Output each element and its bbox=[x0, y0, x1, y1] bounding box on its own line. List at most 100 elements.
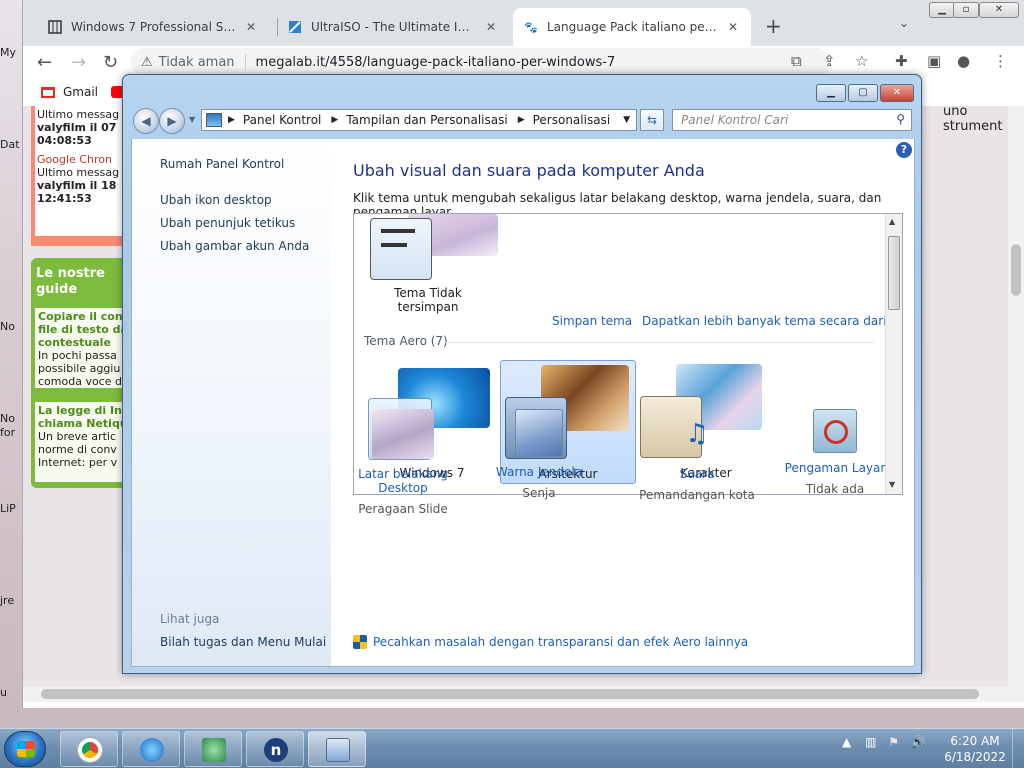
taskbar-app-n[interactable]: n bbox=[246, 731, 304, 767]
side-panel-icon[interactable]: ▣ bbox=[927, 52, 941, 70]
tab-title: Windows 7 Professional SP1 (Itali bbox=[71, 20, 237, 34]
browser-tab[interactable]: UltraISO - The Ultimate ISO CD/D ✕ bbox=[277, 8, 509, 46]
browser-tab-active[interactable]: 🐾 Language Pack italiano per Wind ✕ bbox=[513, 8, 751, 46]
theme-label: Tema Tidak tersimpan bbox=[394, 286, 462, 314]
forward-icon[interactable]: ▶ bbox=[159, 108, 185, 134]
refresh-icon[interactable]: ⇆ bbox=[640, 109, 664, 131]
extensions-icon[interactable]: ✚ bbox=[895, 52, 908, 70]
chevron-down-icon[interactable]: ▼ bbox=[623, 115, 630, 125]
sounds-item[interactable]: ♫ Suara Pemandangan kota bbox=[627, 409, 767, 502]
back-icon[interactable]: ◀ bbox=[133, 108, 159, 134]
sidebar-link-desktop-icons[interactable]: Ubah ikon desktop bbox=[160, 193, 272, 207]
save-theme-link[interactable]: Simpan tema bbox=[552, 314, 632, 328]
translate-icon[interactable]: ⧉ bbox=[791, 52, 802, 70]
new-tab-button[interactable]: + bbox=[765, 14, 782, 38]
sidebar-link-account-picture[interactable]: Ubah gambar akun Anda bbox=[160, 239, 309, 253]
taskbar-network[interactable] bbox=[184, 731, 242, 767]
close-icon[interactable]: ✕ bbox=[243, 20, 259, 34]
wallpaper-icon[interactable] bbox=[372, 409, 434, 459]
scroll-up-icon[interactable]: ▲ bbox=[889, 217, 895, 226]
scrollbar-thumb[interactable] bbox=[1011, 244, 1021, 296]
horizontal-scrollbar[interactable] bbox=[23, 686, 1024, 702]
sidebar-link-mouse-pointers[interactable]: Ubah penunjuk tetikus bbox=[160, 216, 295, 230]
troubleshoot-label[interactable]: Pecahkan masalah dengan transparansi dan… bbox=[373, 635, 748, 649]
show-desktop-button[interactable] bbox=[1012, 729, 1024, 768]
taskbar-control-panel[interactable] bbox=[308, 731, 366, 767]
screen-saver-item[interactable]: Pengaman Layar Tidak ada bbox=[765, 409, 905, 496]
breadcrumb[interactable]: ▶ Panel Kontrol ▶ Tampilan dan Personali… bbox=[201, 109, 637, 131]
clock[interactable]: 6:20 AM 6/18/2022 bbox=[940, 733, 1010, 765]
scrollbar-thumb[interactable] bbox=[41, 689, 979, 699]
address-bar[interactable]: ⚠ Tidak aman megalab.it/4558/language-pa… bbox=[131, 48, 831, 76]
desktop-icon-label[interactable]: jre bbox=[0, 594, 24, 607]
maximize-button[interactable]: ▫ bbox=[953, 2, 979, 18]
sounds-link[interactable]: Suara bbox=[627, 467, 767, 481]
bookmark-star-icon[interactable]: ☆ bbox=[855, 52, 868, 70]
taskbar-chrome[interactable] bbox=[60, 731, 118, 767]
close-icon[interactable]: ✕ bbox=[483, 20, 499, 34]
help-icon[interactable]: ? bbox=[896, 142, 912, 158]
window-color-link[interactable]: Warna Jendela bbox=[469, 465, 609, 479]
minimize-button[interactable]: ▁ bbox=[929, 2, 955, 18]
breadcrumb-item[interactable]: Personalisasi bbox=[533, 113, 611, 127]
vertical-scrollbar[interactable] bbox=[1008, 106, 1024, 686]
profile-avatar-icon[interactable]: ● bbox=[957, 52, 970, 70]
close-icon[interactable]: ✕ bbox=[725, 20, 741, 34]
window-color-icon[interactable] bbox=[515, 409, 563, 457]
main-content: ? Ubah visual dan suara pada komputer An… bbox=[331, 139, 915, 667]
window-color-item[interactable]: Warna Jendela Senja bbox=[469, 409, 609, 500]
breadcrumb-item[interactable]: Panel Kontrol bbox=[243, 113, 321, 127]
screen-saver-link[interactable]: Pengaman Layar bbox=[765, 461, 905, 475]
sidebar-link-taskbar[interactable]: Bilah tugas dan Menu Mulai bbox=[160, 635, 326, 649]
sidebar-link-home[interactable]: Rumah Panel Kontrol bbox=[160, 157, 284, 171]
menu-icon[interactable]: ⋮ bbox=[993, 52, 1008, 70]
bookmark-gmail[interactable]: Gmail bbox=[41, 85, 98, 99]
desktop-background-item[interactable]: Latar belakang Desktop Peragaan Slide bbox=[333, 409, 473, 516]
desktop-icon-label[interactable]: LiP bbox=[0, 502, 24, 515]
close-window-button[interactable]: ✕ bbox=[979, 2, 1019, 18]
reload-icon[interactable]: ↻ bbox=[103, 52, 118, 73]
show-hidden-icons[interactable]: ▲ bbox=[842, 735, 851, 749]
scrollbar-thumb[interactable] bbox=[888, 236, 900, 310]
sidebar: Rumah Panel Kontrol Ubah ikon desktop Ub… bbox=[131, 139, 331, 667]
tab-search-icon[interactable]: ⌄ bbox=[899, 16, 909, 30]
security-status[interactable]: Tidak aman bbox=[159, 55, 235, 70]
taskbar-ie[interactable] bbox=[122, 731, 180, 767]
desktop-icon-label[interactable]: My bbox=[0, 46, 24, 59]
recent-pages-icon[interactable]: ▼ bbox=[189, 115, 195, 124]
theme-unsaved[interactable]: Tema Tidak tersimpan bbox=[362, 214, 498, 314]
screen-saver-icon[interactable] bbox=[813, 409, 857, 453]
chevron-right-icon[interactable]: ▶ bbox=[518, 115, 525, 125]
search-input[interactable]: Panel Kontrol Cari ⚲ bbox=[672, 109, 912, 131]
url-text[interactable]: megalab.it/4558/language-pack-italiano-p… bbox=[256, 55, 616, 70]
action-center-icon[interactable]: ⚑ bbox=[888, 735, 899, 749]
chevron-right-icon[interactable]: ▶ bbox=[228, 115, 235, 125]
tab-title: UltraISO - The Ultimate ISO CD/D bbox=[311, 20, 477, 34]
theme-window-thumb bbox=[370, 218, 432, 280]
browser-tab[interactable]: Windows 7 Professional SP1 (Itali ✕ bbox=[37, 8, 269, 46]
troubleshoot-link[interactable]: Pecahkan masalah dengan transparansi dan… bbox=[353, 635, 748, 649]
minimize-button[interactable]: ▁ bbox=[816, 84, 846, 102]
desktop-icon-label[interactable]: No bbox=[0, 412, 24, 425]
get-more-themes-link[interactable]: Dapatkan lebih banyak tema secara daring bbox=[642, 314, 902, 328]
search-icon[interactable]: ⚲ bbox=[896, 112, 905, 126]
network-icon bbox=[202, 738, 226, 762]
network-tray-icon[interactable]: ▥ bbox=[865, 735, 876, 749]
close-window-button[interactable]: ✕ bbox=[880, 84, 914, 102]
taskbar: n ▲ ▥ ⚑ 🔊 6:20 AM 6/18/2022 bbox=[0, 728, 1024, 768]
desktop-icon-label[interactable]: for bbox=[0, 426, 24, 439]
volume-icon[interactable]: 🔊 bbox=[911, 735, 926, 749]
sounds-icon[interactable]: ♫ bbox=[666, 409, 728, 459]
desktop-icon-label[interactable]: Dat bbox=[0, 138, 24, 151]
breadcrumb-item[interactable]: Tampilan dan Personalisasi bbox=[346, 113, 507, 127]
desktop-background-link[interactable]: Latar belakang Desktop bbox=[333, 467, 473, 495]
chevron-right-icon[interactable]: ▶ bbox=[331, 115, 338, 125]
start-button[interactable] bbox=[4, 731, 46, 767]
back-icon[interactable]: ← bbox=[37, 52, 52, 73]
share-icon[interactable]: ⇪ bbox=[823, 52, 836, 70]
warning-icon[interactable]: ⚠ bbox=[141, 55, 153, 70]
desktop-icon-label[interactable]: No bbox=[0, 320, 24, 333]
desktop-icon-label[interactable]: u bbox=[0, 686, 24, 699]
forward-icon[interactable]: → bbox=[71, 52, 86, 73]
maximize-button[interactable]: ▢ bbox=[848, 84, 878, 102]
